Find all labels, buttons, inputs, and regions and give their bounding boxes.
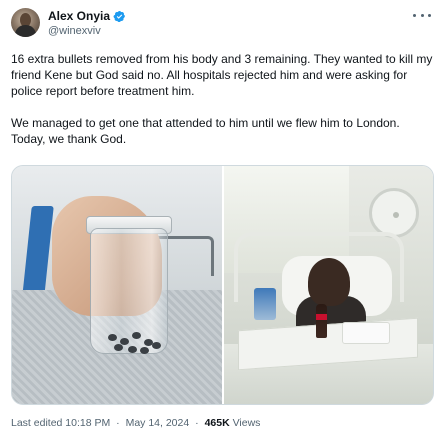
avatar-body	[15, 25, 36, 37]
tweet-meta: Last edited 10:18 PM · May 14, 2024 · 46…	[11, 417, 260, 429]
views-count: 465K	[204, 417, 230, 429]
photo-jar-of-bullets[interactable]	[12, 166, 222, 404]
separator: ·	[195, 417, 199, 429]
author-name-row: Alex Onyia	[48, 9, 126, 23]
verified-badge-icon	[113, 10, 126, 22]
tweet-date[interactable]: May 14, 2024	[126, 417, 190, 429]
tweet-media	[11, 165, 434, 405]
author-handle[interactable]: @winexviv	[48, 25, 101, 37]
fan-image	[369, 188, 419, 238]
tweet-paragraph: 16 extra bullets removed from his body a…	[11, 52, 433, 98]
tweet-text: 16 extra bullets removed from his body a…	[11, 51, 436, 147]
patient-image	[307, 258, 350, 306]
separator: ·	[116, 417, 120, 429]
edited-timestamp[interactable]: Last edited 10:18 PM	[11, 417, 110, 429]
views-label: Views	[229, 417, 261, 429]
author-name[interactable]: Alex Onyia	[48, 9, 110, 23]
more-horizontal-icon[interactable]	[413, 9, 431, 21]
jar-image	[90, 228, 168, 354]
photo-hospital-bed[interactable]	[223, 166, 433, 404]
author-avatar[interactable]	[11, 8, 40, 37]
tweet-card: Alex Onyia @winexviv 16 extra bullets re…	[0, 0, 443, 443]
tweet-paragraph: We managed to get one that attended to h…	[11, 116, 400, 146]
